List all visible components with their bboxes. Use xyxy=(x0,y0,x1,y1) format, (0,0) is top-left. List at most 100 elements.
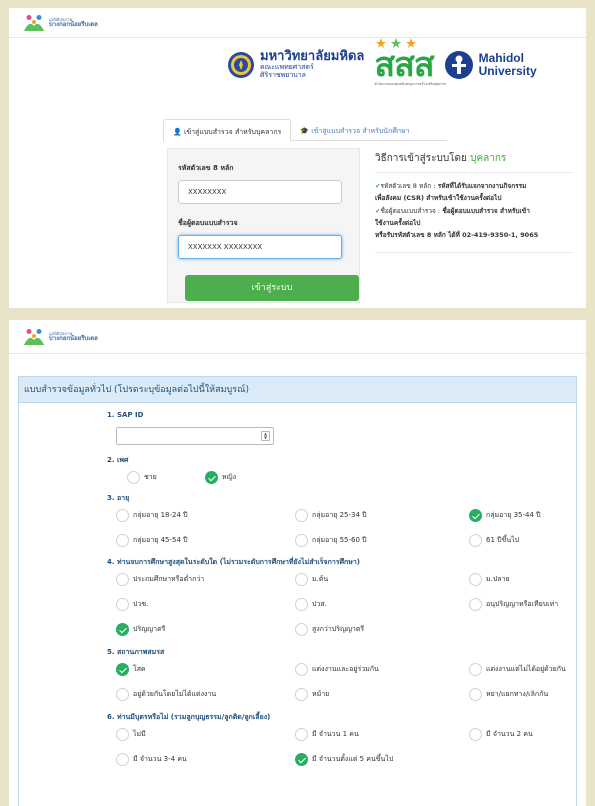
q4-option-label: ประถมศึกษาหรือต่ำกว่า xyxy=(133,575,205,583)
tab-staff-label: เข้าสู่แบบสำรวจ สำหรับบุคลากร xyxy=(183,128,282,136)
brand-name: บางกอกน้อยรีบเดล xyxy=(49,20,98,28)
stars-icon xyxy=(376,38,417,48)
q5-option[interactable]: แต่งงานและอยู่ร่วมกัน xyxy=(295,663,379,676)
spinner-icon[interactable]: ▲ ▼ xyxy=(261,431,270,441)
survey-form: แบบสำรวจข้อมูลทั่วไป (โปรดระบุข้อมูลต่อไ… xyxy=(18,376,577,806)
q3-option-label: กลุ่มอายุ 35-44 ปี xyxy=(486,511,541,519)
sap-id-input[interactable]: ▲ ▼ xyxy=(116,427,274,445)
radio-icon xyxy=(116,534,129,547)
q5-option[interactable]: โสด xyxy=(116,663,146,676)
q4-option-label: ปริญญาตรี xyxy=(133,625,166,633)
q4-option[interactable]: ประถมศึกษาหรือต่ำกว่า xyxy=(116,573,204,586)
name-label: ชื่อผู้ตอบแบบสำรวจ xyxy=(178,219,238,227)
q4-option[interactable]: ม.ปลาย xyxy=(469,573,510,586)
line3: หรือรับรหัสตัวเลข 8 หลัก ได้ที่ 02-419-9… xyxy=(375,231,539,240)
site-logo[interactable]: มูลนิธิสุขภาพ บางกอกน้อยรีบเดล xyxy=(23,328,98,346)
q2-option-label: หญิง xyxy=(222,473,236,481)
q3-option-label: กลุ่มอายุ 25-34 ปี xyxy=(312,511,367,519)
sss-subtitle: สำนักงานกองทุนสนับสนุนการสร้างเสริมสุขภา… xyxy=(374,82,446,86)
tab-staff[interactable]: 👤 เข้าสู่แบบสำรวจ สำหรับบุคลากร xyxy=(163,119,292,142)
q5-label: 5. สถานภาพสมรส xyxy=(107,648,165,656)
login-tabs: 👤 เข้าสู่แบบสำรวจ สำหรับบุคลากร 🎓 เข้าสู… xyxy=(163,119,447,142)
id-input[interactable]: XXXXXXXX xyxy=(178,180,342,204)
q3-option[interactable]: กลุ่มอายุ 55-60 ปี xyxy=(295,534,367,547)
radio-icon xyxy=(295,623,308,636)
sss-text: สสส xyxy=(374,46,434,84)
mahidol-university-logo: Mahidol University xyxy=(444,50,537,80)
q4-option-label: สูงกว่าปริญญาตรี xyxy=(312,625,365,633)
q5-option-label: โสด xyxy=(133,665,146,673)
radio-checked-icon xyxy=(116,663,129,676)
line1-label: รหัสตัวเลข 8 หลัก : xyxy=(380,182,436,190)
q2-label: 2. เพศ xyxy=(107,456,129,464)
q4-option[interactable]: อนุปริญญาหรือเทียบเท่า xyxy=(469,598,558,611)
q4-option[interactable]: ปริญญาตรี xyxy=(116,623,165,636)
name-input[interactable]: XXXXXXX XXXXXXXX xyxy=(178,235,342,259)
q6-option-label: มี จำนวนตั้งแต่ 5 คนขึ้นไป xyxy=(312,755,394,763)
family-logo-icon xyxy=(24,328,44,345)
q5-option[interactable]: อยู่ด้วยกันโดยไม่ได้แต่งงาน xyxy=(116,688,216,701)
line1-text: รหัสที่ได้รับแจกจากงานกิจกรรม xyxy=(437,182,527,190)
q2-option[interactable]: หญิง xyxy=(205,471,236,484)
q6-option[interactable]: มี จำนวนตั้งแต่ 5 คนขึ้นไป xyxy=(295,753,393,766)
instructions-body: ✔รหัสตัวเลข 8 หลัก : รหัสที่ได้รับแจกจาก… xyxy=(375,180,573,242)
q5-option[interactable]: แต่งงานแต่ไม่ได้อยู่ด้วยกัน xyxy=(469,663,566,676)
radio-icon xyxy=(295,509,308,522)
q1-label: 1. SAP ID xyxy=(107,411,144,419)
tab-student[interactable]: 🎓 เข้าสู่แบบสำรวจ สำหรับนักศึกษา xyxy=(291,119,418,141)
radio-checked-icon xyxy=(295,753,308,766)
q3-option-label: กลุ่มอายุ 55-60 ปี xyxy=(312,536,367,544)
q6-option-label: มี จำนวน 1 คน xyxy=(312,730,359,738)
site-logo[interactable]: มูลนิธิสุขภาพ บางกอกน้อยรีบเดล xyxy=(23,14,98,32)
radio-icon xyxy=(295,663,308,676)
radio-icon xyxy=(116,598,129,611)
q6-option[interactable]: มี จำนวน 3-4 คน xyxy=(116,753,187,766)
mu-hospital: ศิริราชพยาบาล xyxy=(260,71,306,80)
q3-option-label: กลุ่มอายุ 18-24 ปี xyxy=(133,511,188,519)
q3-option[interactable]: กลุ่มอายุ 18-24 ปี xyxy=(116,509,188,522)
line2-label: ชื่อผู้ตอบแบบสำรวจ : xyxy=(380,206,441,215)
radio-icon xyxy=(469,598,482,611)
top-navbar: มูลนิธิสุขภาพ บางกอกน้อยรีบเดล xyxy=(9,320,586,354)
radio-icon xyxy=(116,728,129,741)
q5-option[interactable]: หม้าย xyxy=(295,688,329,701)
q6-option-label: ไม่มี xyxy=(133,730,146,738)
q4-option[interactable]: สูงกว่าปริญญาตรี xyxy=(295,623,364,636)
user-icon: 👤 xyxy=(173,128,182,136)
q3-option[interactable]: กลุ่มอายุ 25-34 ปี xyxy=(295,509,367,522)
q6-option[interactable]: มี จำนวน 2 คน xyxy=(469,728,533,741)
q5-option-label: อยู่ด้วยกันโดยไม่ได้แต่งงาน xyxy=(133,690,217,698)
q3-option[interactable]: กลุ่มอายุ 35-44 ปี xyxy=(469,509,541,522)
q5-option-label: หม้าย xyxy=(312,690,330,698)
q4-option[interactable]: ม.ต้น xyxy=(295,573,328,586)
top-navbar: มูลนิธิสุขภาพ บางกอกน้อยรีบเดล xyxy=(9,8,586,38)
login-button[interactable]: เข้าสู่ระบบ xyxy=(185,275,359,301)
line2-cont: ใช้งานครั้งต่อไป xyxy=(375,219,421,228)
partner-logos: มหาวิทยาลัยมหิดล คณะแพทยศาสตร์ ศิริราชพย… xyxy=(227,38,537,86)
login-form: รหัสตัวเลข 8 หลัก XXXXXXXX ชื่อผู้ตอบแบบ… xyxy=(167,148,360,303)
q3-option[interactable]: กลุ่มอายุ 45-54 ปี xyxy=(116,534,188,547)
login-instructions: วิธีการเข้าสู่ระบบโดย บุคลากร ✔รหัสตัวเล… xyxy=(375,151,573,253)
q4-option-label: ม.ต้น xyxy=(312,575,329,583)
q3-option[interactable]: 61 ปีขึ้นไป xyxy=(469,534,519,547)
q4-option[interactable]: ปวช. xyxy=(116,598,148,611)
q6-option[interactable]: มี จำนวน 1 คน xyxy=(295,728,359,741)
survey-header: แบบสำรวจข้อมูลทั่วไป (โปรดระบุข้อมูลต่อไ… xyxy=(19,377,576,403)
q6-option[interactable]: ไม่มี xyxy=(116,728,146,741)
radio-checked-icon xyxy=(205,471,218,484)
radio-icon xyxy=(116,753,129,766)
q4-label: 4. ท่านจบการศึกษาสูงสุดในระดับใด (ไม่รวม… xyxy=(107,558,361,566)
mahidol-line2: University xyxy=(478,64,537,78)
q4-option[interactable]: ปวส. xyxy=(295,598,327,611)
q2-option-label: ชาย xyxy=(144,473,157,481)
radio-icon xyxy=(127,471,140,484)
q5-option[interactable]: หย่า/แยกทาง/เลิกกัน xyxy=(469,688,548,701)
radio-checked-icon xyxy=(116,623,129,636)
radio-icon xyxy=(469,534,482,547)
q6-label: 6. ท่านมีบุตรหรือไม่ (รวมลูกบุญธรรม/ลูกต… xyxy=(107,713,271,721)
radio-icon xyxy=(116,688,129,701)
radio-icon xyxy=(116,509,129,522)
q4-option-label: อนุปริญญาหรือเทียบเท่า xyxy=(486,600,559,608)
radio-icon xyxy=(295,573,308,586)
q2-option[interactable]: ชาย xyxy=(127,471,157,484)
